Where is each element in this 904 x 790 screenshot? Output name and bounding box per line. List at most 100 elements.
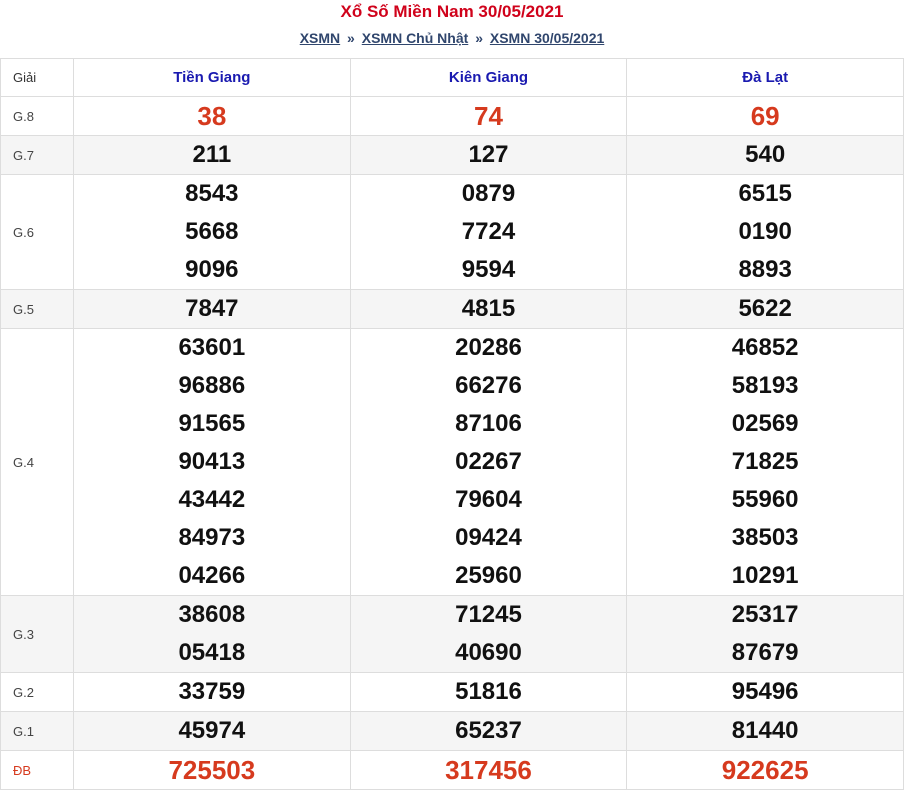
prize-label: G.6: [0, 174, 74, 290]
winning-number: 81440: [731, 717, 799, 744]
results-table: Giải Tiền Giang Kiên Giang Đà Lạt G.8 38 7…: [0, 58, 904, 790]
winning-number: 6515: [738, 180, 792, 207]
winning-number: 0190: [738, 218, 792, 245]
breadcrumb-link-xsmn-date[interactable]: XSMN 30/05/2021: [490, 30, 604, 46]
prize-cell: 38608 05418: [73, 595, 351, 673]
winning-number: 51816: [455, 678, 522, 705]
winning-number: 9096: [185, 256, 239, 283]
winning-number: 58193: [731, 372, 799, 399]
winning-number: 5622: [738, 295, 792, 322]
table-row: G.7 211 127 540: [0, 135, 904, 175]
winning-number: 317456: [445, 755, 532, 785]
prize-label: G.1: [0, 711, 74, 751]
province-header: Kiên Giang: [349, 58, 628, 97]
breadcrumb-link-xsmn[interactable]: XSMN: [300, 30, 340, 46]
winning-number: 69: [750, 101, 780, 131]
prize-label: G.7: [0, 135, 74, 175]
winning-number: 63601: [178, 334, 246, 361]
prize-cell: 95496: [626, 672, 904, 712]
prize-label: G.5: [0, 289, 74, 329]
prize-cell: 211: [73, 135, 351, 175]
winning-number: 25317: [731, 601, 799, 628]
prize-cell: 51816: [349, 672, 628, 712]
winning-number: 66276: [455, 372, 522, 399]
winning-number: 84973: [178, 524, 246, 551]
prize-cell: 46852 58193 02569 71825 55960 38503 10291: [626, 328, 904, 596]
winning-number: 02569: [731, 410, 799, 437]
prize-cell: 71245 40690: [349, 595, 628, 673]
winning-number: 20286: [455, 334, 522, 361]
winning-number: 540: [745, 141, 786, 168]
prize-cell: 4815: [349, 289, 628, 329]
province-header: Tiền Giang: [73, 58, 351, 97]
winning-number: 4815: [461, 295, 516, 322]
prize-column-header: Giải: [0, 58, 74, 97]
winning-number: 38608: [178, 601, 246, 628]
prize-cell: 7847: [73, 289, 351, 329]
prize-cell: 127: [349, 135, 628, 175]
breadcrumb-separator: »: [475, 30, 483, 46]
prize-cell: 63601 96886 91565 90413 43442 84973 04266: [73, 328, 351, 596]
breadcrumb-separator: »: [347, 30, 355, 46]
prize-cell: 6515 0190 8893: [626, 174, 904, 290]
winning-number: 95496: [731, 678, 799, 705]
winning-number: 71245: [455, 601, 522, 628]
table-row: G.5 7847 4815 5622: [0, 289, 904, 329]
prize-label: G.3: [0, 595, 74, 673]
table-row: G.6 8543 5668 9096 0879 7724 9594 6515 0190 8893: [0, 174, 904, 290]
page-header: Xổ Số Miền Nam 30/05/2021 XSMN » XSMN Ch…: [0, 0, 904, 58]
winning-number: 09424: [455, 524, 522, 551]
winning-number: 87679: [731, 639, 799, 666]
results-body: G.8 38 74 69 G.7 211 127 540 G.6 8543 5668 9096 0879…: [0, 96, 904, 790]
winning-number: 8543: [185, 180, 239, 207]
prize-cell: 81440: [626, 711, 904, 751]
page-title: Xổ Số Miền Nam 30/05/2021: [340, 2, 564, 21]
prize-cell: 8543 5668 9096: [73, 174, 351, 290]
winning-number: 922625: [721, 755, 809, 785]
prize-cell: 5622: [626, 289, 904, 329]
winning-number: 33759: [178, 678, 246, 705]
prize-cell: 45974: [73, 711, 351, 751]
table-row: G.4 63601 96886 91565 90413 43442 84973 04266 20…: [0, 328, 904, 596]
winning-number: 71825: [731, 448, 799, 475]
prize-label: G.2: [0, 672, 74, 712]
winning-number: 38: [197, 101, 227, 131]
winning-number: 74: [474, 101, 503, 131]
winning-number: 87106: [455, 410, 522, 437]
winning-number: 5668: [185, 218, 239, 245]
table-row: G.2 33759 51816 95496: [0, 672, 904, 712]
winning-number: 02267: [455, 448, 522, 475]
winning-number: 10291: [731, 562, 799, 589]
prize-cell: 25317 87679: [626, 595, 904, 673]
prize-cell: 65237: [349, 711, 628, 751]
prize-cell: 69: [626, 96, 904, 136]
winning-number: 90413: [178, 448, 246, 475]
winning-number: 8893: [738, 256, 792, 283]
winning-number: 7724: [461, 218, 516, 245]
table-row: G.8 38 74 69: [0, 96, 904, 136]
prize-label: G.8: [0, 96, 74, 136]
breadcrumb-link-xsmn-chu-nhat[interactable]: XSMN Chủ Nhật: [362, 30, 469, 46]
table-header-row: Giải Tiền Giang Kiên Giang Đà Lạt: [0, 58, 904, 97]
prize-cell: 540: [626, 135, 904, 175]
prize-cell: 74: [349, 96, 628, 136]
winning-number: 96886: [178, 372, 246, 399]
winning-number: 43442: [178, 486, 246, 513]
breadcrumb: XSMN » XSMN Chủ Nhật » XSMN 30/05/2021: [0, 29, 904, 47]
winning-number: 04266: [178, 562, 246, 589]
winning-number: 79604: [455, 486, 522, 513]
winning-number: 05418: [178, 639, 246, 666]
winning-number: 46852: [731, 334, 799, 361]
winning-number: 40690: [455, 639, 522, 666]
winning-number: 7847: [185, 295, 239, 322]
winning-number: 45974: [178, 717, 246, 744]
winning-number: 725503: [168, 755, 256, 785]
winning-number: 0879: [461, 180, 516, 207]
winning-number: 127: [468, 141, 509, 168]
winning-number: 211: [192, 141, 232, 168]
prize-cell: 38: [73, 96, 351, 136]
prize-cell: 20286 66276 87106 02267 79604 09424 25960: [349, 328, 628, 596]
winning-number: 25960: [455, 562, 522, 589]
province-header: Đà Lạt: [626, 58, 904, 97]
winning-number: 65237: [455, 717, 522, 744]
